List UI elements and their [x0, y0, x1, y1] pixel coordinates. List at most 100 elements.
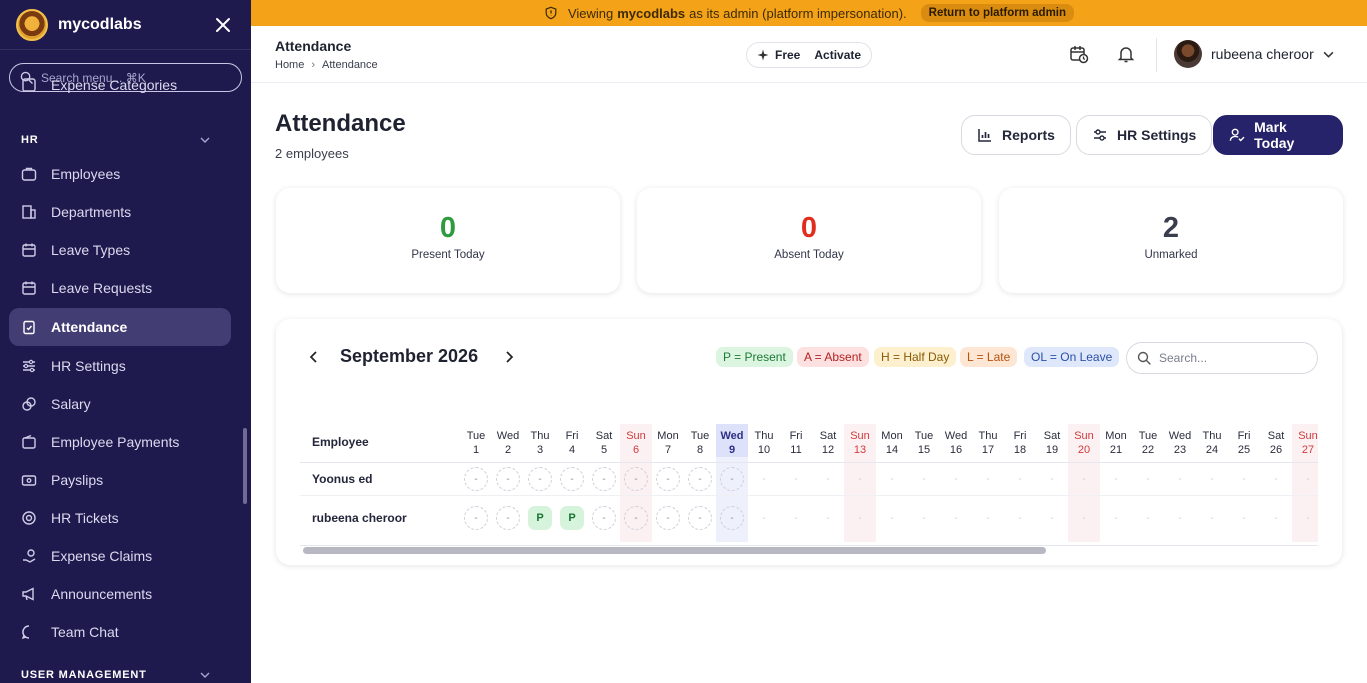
attendance-cell[interactable]: - [464, 506, 488, 530]
close-icon[interactable] [211, 13, 235, 37]
user-menu[interactable]: rubeena cheroor [1174, 40, 1334, 68]
tag-icon [22, 78, 36, 92]
stat-present-today: 0 Present Today [276, 188, 620, 293]
sidebar-item-departments[interactable]: Departments [9, 193, 231, 231]
attendance-grid: Employee Yoonus ed rubeena cheroor Tue 1 -… [300, 424, 1318, 542]
sidebar-scrollbar[interactable] [243, 428, 247, 504]
next-month-icon[interactable] [503, 349, 515, 370]
attendance-cell[interactable]: - [656, 506, 680, 530]
day-of-week: Wed [496, 430, 520, 442]
plan-badge[interactable]: Free Activate [746, 42, 873, 68]
day-number: 20 [1077, 444, 1091, 456]
header-title: Attendance [275, 38, 352, 54]
sidebar-item-label: Employees [51, 166, 121, 182]
bar-chart-icon [978, 129, 991, 142]
bell-icon[interactable] [1117, 45, 1135, 68]
attendance-cell[interactable]: - [720, 506, 744, 530]
sidebar-item-announcements[interactable]: Announcements [9, 575, 231, 613]
attendance-cell: - [922, 473, 926, 485]
sidebar-item-leave-types[interactable]: Leave Types [9, 231, 231, 269]
day-of-week: Wed [1168, 430, 1192, 442]
day-number: 13 [853, 444, 867, 456]
sidebar-item-payslips[interactable]: Payslips [9, 461, 231, 499]
attendance-cell: - [1242, 512, 1246, 524]
employee-name[interactable]: Yoonus ed [312, 472, 372, 486]
horizontal-scrollbar[interactable] [300, 545, 1318, 554]
attendance-cell: - [986, 473, 990, 485]
sidebar-item-team-chat[interactable]: Team Chat [9, 613, 231, 651]
avatar [1174, 40, 1202, 68]
calendar-clock-icon[interactable] [1069, 44, 1089, 69]
sidebar-item-label: Employee Payments [51, 434, 180, 450]
attendance-cell[interactable]: - [464, 467, 488, 491]
employee-column-header: Employee [312, 435, 369, 449]
hr-menu: Employees Departments Leave Types Leave … [0, 155, 240, 651]
coins-icon [22, 397, 36, 411]
sidebar-item-hr-settings[interactable]: HR Settings [9, 347, 231, 385]
day-of-week: Sat [1267, 430, 1285, 442]
breadcrumb-home[interactable]: Home [275, 59, 304, 71]
attendance-cell[interactable]: - [720, 467, 744, 491]
employee-search-input[interactable] [1159, 351, 1299, 365]
attendance-cell: - [1082, 512, 1086, 524]
sliders-icon [23, 359, 35, 373]
hr-section-header[interactable]: HR [0, 123, 240, 157]
sidebar-item-attendance[interactable]: Attendance [9, 308, 231, 346]
day-of-week: Mon [657, 430, 679, 442]
day-of-week: Sat [1043, 430, 1061, 442]
attendance-cell[interactable]: - [592, 467, 616, 491]
day-column-header: Mon 14 [876, 429, 908, 457]
brand-name: mycodlabs [58, 15, 142, 33]
day-of-week: Thu [978, 430, 998, 442]
attendance-cell[interactable]: - [656, 467, 680, 491]
prev-month-icon[interactable] [308, 349, 320, 370]
day-column-header: Wed 23 [1164, 429, 1196, 457]
attendance-cell: - [1242, 473, 1246, 485]
attendance-cell: - [1146, 512, 1150, 524]
hr-settings-button[interactable]: HR Settings [1076, 115, 1213, 155]
day-of-week: Tue [914, 430, 934, 442]
mark-today-button[interactable]: Mark Today [1213, 115, 1343, 155]
attendance-cell: - [794, 473, 798, 485]
day-of-week: Mon [881, 430, 903, 442]
sidebar-item-hr-tickets[interactable]: HR Tickets [9, 499, 231, 537]
sidebar-item-employee-payments[interactable]: Employee Payments [9, 423, 231, 461]
attendance-cell: - [762, 473, 766, 485]
attendance-cell: - [890, 512, 894, 524]
scrollbar-thumb[interactable] [303, 547, 1046, 554]
attendance-cell[interactable]: - [688, 467, 712, 491]
attendance-cell[interactable]: - [624, 467, 648, 491]
sidebar-item-leave-requests[interactable]: Leave Requests [9, 269, 231, 307]
reports-button[interactable]: Reports [961, 115, 1071, 155]
attendance-cell[interactable]: - [528, 467, 552, 491]
attendance-cell: - [1274, 512, 1278, 524]
day-column-header: Tue 8 [684, 429, 716, 457]
sidebar-item-employees[interactable]: Employees [9, 155, 231, 193]
attendance-cell: - [858, 512, 862, 524]
employee-name[interactable]: rubeena cheroor [312, 511, 407, 525]
activate-link[interactable]: Activate [814, 48, 861, 62]
breadcrumb-separator-icon: › [311, 59, 316, 71]
day-number: 27 [1301, 444, 1315, 456]
user-management-section-header[interactable]: USER MANAGEMENT [0, 658, 240, 683]
sidebar-item-salary[interactable]: Salary [9, 385, 231, 423]
attendance-cell: - [922, 512, 926, 524]
legend-present: P = Present [716, 347, 793, 367]
attendance-cell[interactable]: - [688, 506, 712, 530]
attendance-cell[interactable]: - [560, 467, 584, 491]
employee-search[interactable] [1126, 342, 1318, 374]
attendance-cell[interactable]: P [528, 506, 552, 530]
attendance-cell: - [1210, 473, 1214, 485]
attendance-cell[interactable]: - [496, 506, 520, 530]
sidebar-item-expense-claims[interactable]: Expense Claims [9, 537, 231, 575]
attendance-cell: - [954, 512, 958, 524]
return-to-admin-button[interactable]: Return to platform admin [920, 4, 1075, 22]
lifebuoy-icon [22, 511, 36, 525]
employees-icon [21, 167, 37, 181]
attendance-cell[interactable]: - [624, 506, 648, 530]
day-column-header: Wed 2 [492, 429, 524, 457]
attendance-cell[interactable]: - [496, 467, 520, 491]
attendance-cell[interactable]: - [592, 506, 616, 530]
sidebar-item-expense-categories[interactable]: Expense Categories [9, 68, 231, 98]
attendance-cell[interactable]: P [560, 506, 584, 530]
